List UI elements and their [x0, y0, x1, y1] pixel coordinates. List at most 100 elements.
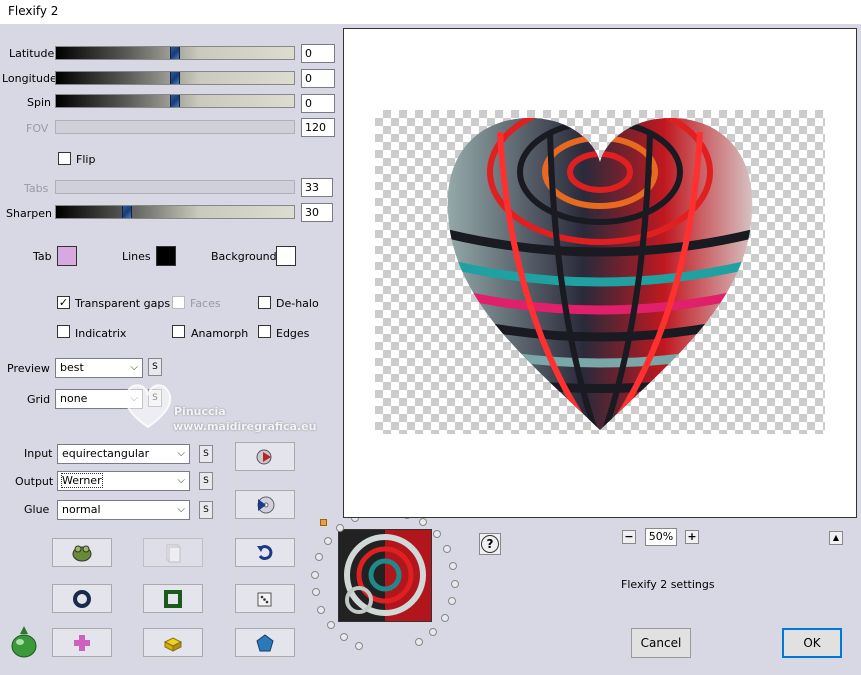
input-select-label: Input [24, 447, 53, 460]
latitude-slider-thumb[interactable] [170, 47, 180, 59]
sharpen-slider[interactable] [55, 205, 295, 219]
latitude-slider[interactable] [55, 46, 295, 60]
pattern-button[interactable] [52, 628, 112, 657]
longitude-label: Longitude [2, 72, 57, 85]
edges-label: Edges [276, 327, 310, 340]
chevron-down-icon: ⌵ [130, 362, 138, 373]
glue-select-label: Glue [24, 503, 50, 516]
chevron-down-icon: ⌵ [177, 475, 185, 486]
input-select[interactable]: equirectangular ⌵ [57, 444, 190, 464]
navigator-ring-dot[interactable] [317, 605, 326, 614]
tab-color-swatch[interactable] [57, 246, 77, 266]
navigator-thumbnail[interactable] [338, 529, 432, 622]
longitude-input[interactable]: 0 [301, 69, 335, 88]
undo-button[interactable] [235, 538, 295, 567]
fov-label: FOV [26, 122, 49, 135]
glue-select[interactable]: normal ⌵ [57, 500, 190, 520]
navigator-ring-dot[interactable] [326, 620, 335, 629]
glue-select-value: normal [62, 503, 101, 516]
de-halo-label: De-halo [276, 297, 319, 310]
output-s-button[interactable]: S [199, 472, 213, 490]
output-select-value: Werner [61, 473, 103, 488]
anamorph-checkbox[interactable] [172, 325, 185, 338]
anamorph-label: Anamorph [191, 327, 249, 340]
navigator-ring-dot[interactable] [355, 642, 364, 651]
frame-button[interactable] [143, 584, 203, 613]
navigator-ring-dot[interactable] [339, 633, 348, 642]
collapse-button[interactable]: ▲ [829, 531, 843, 545]
lines-color-label: Lines [122, 250, 151, 263]
play-arrow-icon [256, 449, 272, 464]
preview-select-value: best [60, 361, 84, 374]
flip-label: Flip [76, 153, 96, 166]
undo-arrow-icon [257, 544, 273, 560]
lines-color-swatch[interactable] [156, 246, 176, 266]
navigator-ring-dot[interactable] [311, 570, 320, 579]
tabs-input: 33 [301, 178, 333, 197]
longitude-slider[interactable] [55, 71, 295, 85]
navigator-ring-dot[interactable] [450, 579, 459, 588]
sharpen-label: Sharpen [6, 207, 52, 220]
spin-input[interactable]: 0 [301, 94, 335, 113]
navigator-ring-dot[interactable] [443, 544, 452, 553]
cancel-button[interactable]: Cancel [631, 628, 691, 658]
render-button[interactable] [235, 442, 295, 471]
ok-button[interactable]: OK [782, 628, 842, 658]
watermark-heart [118, 375, 178, 435]
copy-button [143, 538, 203, 567]
input-s-button[interactable]: S [199, 445, 213, 463]
yellow-brick-icon [163, 636, 183, 652]
title-bar: Flexify 2 [0, 0, 861, 24]
fov-slider [55, 120, 295, 134]
gem-button[interactable] [235, 628, 295, 657]
flip-checkbox[interactable] [58, 152, 71, 165]
navigator-ring-dot[interactable] [449, 561, 458, 570]
render-to-disk-button[interactable] [235, 490, 295, 519]
random-button[interactable] [235, 584, 295, 613]
brick-button[interactable] [143, 628, 203, 657]
output-select-label: Output [15, 475, 54, 488]
sharpen-input[interactable]: 30 [301, 203, 333, 222]
indicatrix-checkbox[interactable] [57, 325, 70, 338]
navigator-ring-dot[interactable] [433, 530, 442, 539]
navigator-ring-dot[interactable] [447, 597, 456, 606]
navigator-handle[interactable] [320, 519, 327, 526]
randomize-button[interactable] [52, 538, 112, 567]
output-select[interactable]: Werner ⌵ [57, 471, 190, 491]
de-halo-checkbox[interactable] [258, 296, 271, 309]
preview-heart-image [440, 112, 760, 434]
longitude-slider-thumb[interactable] [170, 72, 180, 84]
dice-icon [257, 592, 272, 606]
preview-s-button[interactable]: S [148, 358, 162, 376]
sharpen-slider-thumb[interactable] [122, 206, 133, 218]
zoom-out-button[interactable]: − [622, 530, 636, 544]
glue-s-button[interactable]: S [199, 501, 213, 519]
navigator-ring-dot[interactable] [419, 518, 428, 527]
copy-page-icon [166, 544, 181, 562]
faces-checkbox [172, 296, 185, 309]
tabs-slider [55, 180, 295, 194]
indicatrix-label: Indicatrix [75, 327, 127, 340]
tab-color-label: Tab [33, 250, 52, 263]
thumbnail-image [339, 530, 431, 621]
spin-slider-thumb[interactable] [170, 95, 180, 107]
navigator-ring-dot[interactable] [323, 537, 332, 546]
spin-slider[interactable] [55, 94, 295, 108]
background-color-swatch[interactable] [276, 246, 296, 266]
zoom-in-button[interactable]: + [685, 530, 699, 544]
help-button[interactable]: ? [479, 533, 501, 555]
transparent-gaps-checkbox[interactable]: ✓ [57, 296, 70, 309]
ring-button[interactable] [52, 584, 112, 613]
latitude-input[interactable]: 0 [301, 44, 335, 63]
edges-checkbox[interactable] [258, 325, 271, 338]
navigator-ring-dot[interactable] [311, 588, 320, 597]
navigator-ring-dot[interactable] [335, 523, 344, 532]
spin-label: Spin [27, 96, 51, 109]
navigator-ring-dot[interactable] [315, 552, 324, 561]
background-color-label: Background [211, 250, 277, 263]
tabs-label: Tabs [24, 182, 49, 195]
navigator-ring-dot[interactable] [414, 638, 423, 647]
navigator-ring-dot[interactable] [440, 613, 449, 622]
navigator-ring-dot[interactable] [429, 627, 438, 636]
chevron-down-icon: ⌵ [177, 504, 185, 515]
